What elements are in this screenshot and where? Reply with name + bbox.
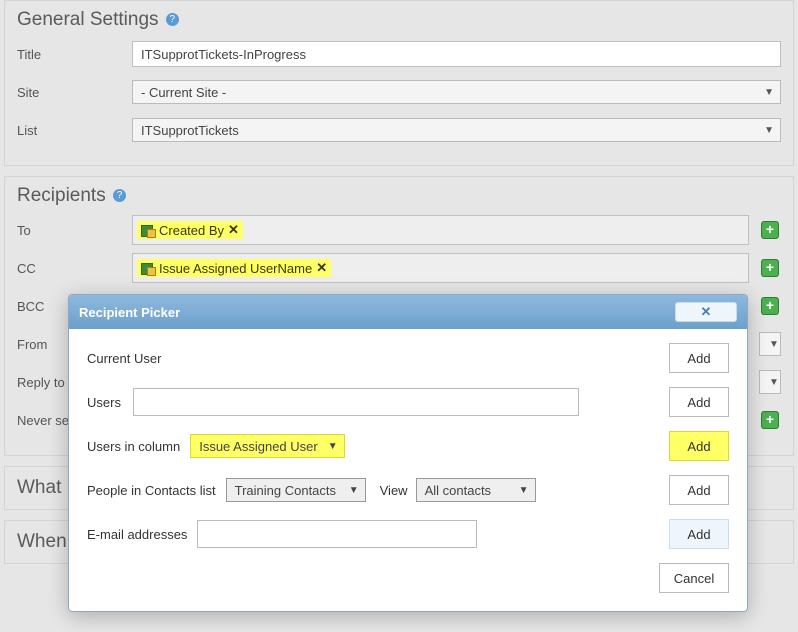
- cc-row: CC Issue Assigned UserName ✕ +: [17, 253, 781, 283]
- email-label: E-mail addresses: [87, 527, 187, 542]
- add-current-user-button[interactable]: Add: [669, 343, 729, 373]
- email-row: E-mail addresses Add: [87, 519, 729, 549]
- dialog-header[interactable]: Recipient Picker ✕: [69, 295, 747, 329]
- dialog-body: Current User Add Users Add Users in colu…: [69, 329, 747, 611]
- to-tag: Created By ✕: [137, 221, 243, 239]
- view-select[interactable]: All contacts ▼: [416, 478, 536, 502]
- people-label: People in Contacts list: [87, 483, 216, 498]
- list-select[interactable]: ITSupprotTickets ▼: [132, 118, 781, 142]
- chevron-down-icon: ▼: [328, 441, 338, 452]
- users-input[interactable]: [133, 388, 579, 416]
- add-users-column-button[interactable]: Add: [669, 431, 729, 461]
- contacts-row: People in Contacts list Training Contact…: [87, 475, 729, 505]
- view-label: View: [380, 483, 408, 498]
- chevron-down-icon: ▼: [349, 485, 359, 496]
- to-field[interactable]: Created By ✕: [132, 215, 749, 245]
- title-input[interactable]: [132, 41, 781, 67]
- chevron-down-icon: ▼: [764, 125, 774, 136]
- users-column-row: Users in column Issue Assigned User ▼ Ad…: [87, 431, 729, 461]
- add-bcc-button[interactable]: +: [761, 297, 779, 315]
- current-user-row: Current User Add: [87, 343, 729, 373]
- to-label: To: [17, 223, 132, 238]
- users-column-label: Users in column: [87, 439, 180, 454]
- cc-tag-label: Issue Assigned UserName: [159, 261, 312, 276]
- column-icon: [141, 261, 155, 275]
- add-contacts-button[interactable]: Add: [669, 475, 729, 505]
- add-cc-button[interactable]: +: [761, 259, 779, 277]
- contacts-list-value: Training Contacts: [235, 483, 336, 498]
- from-dropdown[interactable]: ▼: [759, 332, 781, 356]
- close-button[interactable]: ✕: [675, 302, 737, 322]
- chevron-down-icon: ▼: [519, 485, 529, 496]
- help-icon[interactable]: ?: [166, 13, 179, 26]
- chevron-down-icon: ▼: [769, 377, 779, 388]
- site-row: Site - Current Site - ▼: [17, 77, 781, 107]
- cc-label: CC: [17, 261, 132, 276]
- current-user-label: Current User: [87, 351, 161, 366]
- when-heading: When: [17, 531, 67, 552]
- column-icon: [141, 223, 155, 237]
- list-row: List ITSupprotTickets ▼: [17, 115, 781, 145]
- contacts-list-select[interactable]: Training Contacts ▼: [226, 478, 366, 502]
- to-tag-label: Created By: [159, 223, 224, 238]
- site-select[interactable]: - Current Site - ▼: [132, 80, 781, 104]
- add-email-button[interactable]: Add: [669, 519, 729, 549]
- list-value: ITSupprotTickets: [141, 123, 239, 138]
- recipient-picker-dialog: Recipient Picker ✕ Current User Add User…: [68, 294, 748, 612]
- cancel-button[interactable]: Cancel: [659, 563, 729, 593]
- view-value: All contacts: [425, 483, 491, 498]
- users-column-value: Issue Assigned User: [199, 439, 318, 454]
- general-settings-heading: General Settings ?: [17, 9, 781, 31]
- general-settings-panel: General Settings ? Title Site - Current …: [4, 0, 794, 166]
- chevron-down-icon: ▼: [769, 339, 779, 350]
- remove-tag-icon[interactable]: ✕: [228, 222, 239, 238]
- reply-dropdown[interactable]: ▼: [759, 370, 781, 394]
- heading-text: Recipients: [17, 185, 106, 206]
- to-row: To Created By ✕ +: [17, 215, 781, 245]
- add-to-button[interactable]: +: [761, 221, 779, 239]
- dialog-title: Recipient Picker: [79, 305, 180, 320]
- cancel-row: Cancel: [87, 563, 729, 593]
- title-row: Title: [17, 39, 781, 69]
- site-value: - Current Site -: [141, 85, 226, 100]
- add-never-button[interactable]: +: [761, 411, 779, 429]
- site-label: Site: [17, 85, 132, 100]
- remove-tag-icon[interactable]: ✕: [316, 260, 327, 276]
- what-heading: What: [17, 477, 61, 498]
- recipients-heading: Recipients ?: [17, 185, 781, 207]
- users-label: Users: [87, 395, 133, 410]
- heading-text: General Settings: [17, 9, 159, 30]
- users-column-select[interactable]: Issue Assigned User ▼: [190, 434, 344, 458]
- add-users-button[interactable]: Add: [669, 387, 729, 417]
- help-icon[interactable]: ?: [113, 189, 126, 202]
- chevron-down-icon: ▼: [764, 87, 774, 98]
- users-row: Users Add: [87, 387, 729, 417]
- cc-tag: Issue Assigned UserName ✕: [137, 259, 331, 277]
- title-label: Title: [17, 47, 132, 62]
- list-label: List: [17, 123, 132, 138]
- cc-field[interactable]: Issue Assigned UserName ✕: [132, 253, 749, 283]
- email-input[interactable]: [197, 520, 477, 548]
